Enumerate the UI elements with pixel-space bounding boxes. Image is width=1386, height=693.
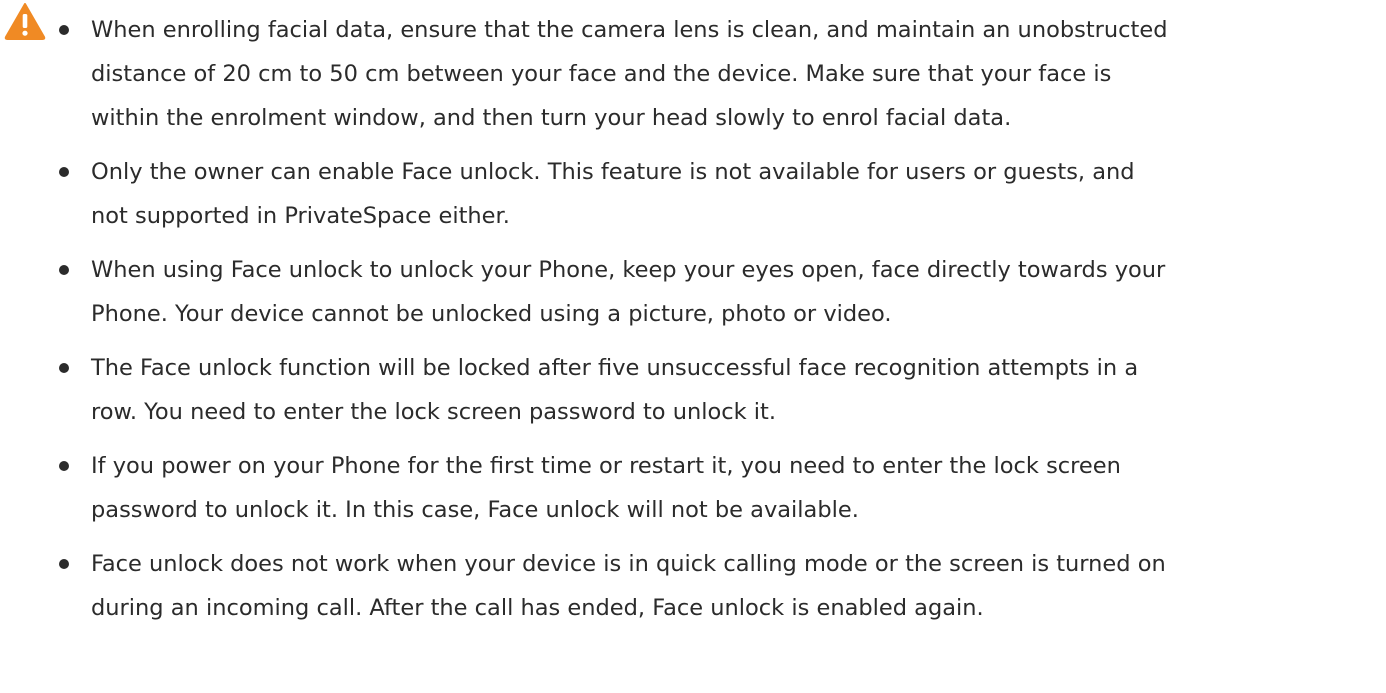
note-item: When enrolling facial data, ensure that … — [53, 8, 1373, 140]
bullet-icon — [59, 25, 69, 35]
note-text: Only the owner can enable Face unlock. T… — [91, 159, 1135, 229]
note-line: during an incoming call. After the call … — [91, 595, 984, 621]
note-line: password to unlock it. In this case, Fac… — [91, 497, 859, 523]
note-item: Only the owner can enable Face unlock. T… — [53, 150, 1373, 238]
note-item: Face unlock does not work when your devi… — [53, 542, 1373, 630]
note-text: When enrolling facial data, ensure that … — [91, 17, 1168, 131]
note-text: If you power on your Phone for the first… — [91, 453, 1121, 523]
note-text: The Face unlock function will be locked … — [91, 355, 1138, 425]
bullet-icon — [59, 167, 69, 177]
note-line: Only the owner can enable Face unlock. T… — [91, 159, 1135, 185]
note-line: not supported in PrivateSpace either. — [91, 203, 510, 229]
bullet-icon — [59, 363, 69, 373]
note-line: If you power on your Phone for the first… — [91, 453, 1121, 479]
bullet-icon — [59, 461, 69, 471]
note-line: distance of 20 cm to 50 cm between your … — [91, 61, 1112, 87]
bullet-icon — [59, 265, 69, 275]
note-line: Face unlock does not work when your devi… — [91, 551, 1166, 577]
note-line: When enrolling facial data, ensure that … — [91, 17, 1168, 43]
note-text: When using Face unlock to unlock your Ph… — [91, 257, 1165, 327]
note-line: When using Face unlock to unlock your Ph… — [91, 257, 1166, 283]
note-line: The Face unlock function will be locked … — [91, 355, 1139, 381]
bullet-icon — [59, 559, 69, 569]
notes-list: When enrolling facial data, ensure that … — [53, 8, 1373, 640]
note-line: row. You need to enter the lock screen p… — [91, 399, 777, 425]
warning-triangle-icon — [4, 3, 46, 40]
note-item: The Face unlock function will be locked … — [53, 346, 1373, 434]
note-item: When using Face unlock to unlock your Ph… — [53, 248, 1373, 336]
note-item: If you power on your Phone for the first… — [53, 444, 1373, 532]
note-line: within the enrolment window, and then tu… — [91, 105, 1012, 131]
note-text: Face unlock does not work when your devi… — [91, 551, 1166, 621]
note-line: Phone. Your device cannot be unlocked us… — [91, 301, 892, 327]
